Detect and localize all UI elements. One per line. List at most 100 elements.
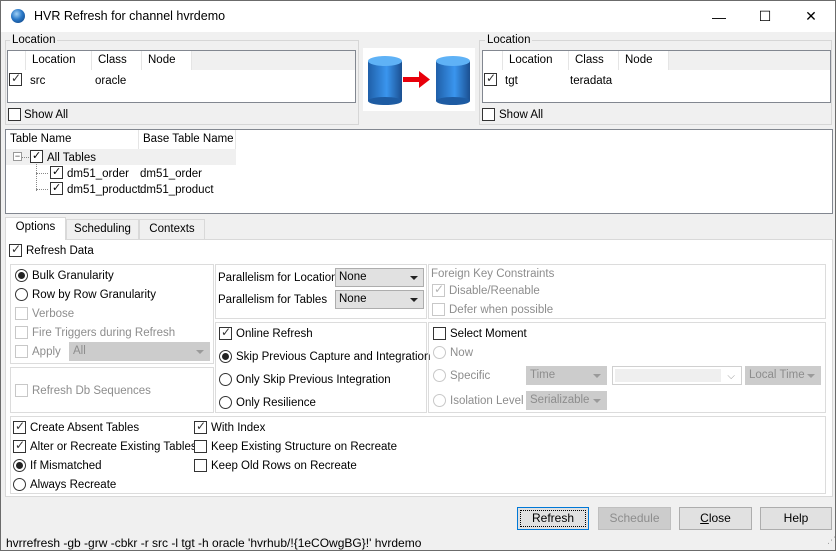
online-refresh-checkbox[interactable]: ✓ [219,325,232,340]
chevron-down-icon [593,399,601,403]
refresh-button[interactable]: Refresh [517,507,589,530]
apply-select-value: All [73,345,86,357]
select-moment-checkbox[interactable] [433,327,446,340]
only-resilience-label[interactable]: Only Resilience [236,396,316,410]
keep-structure-label[interactable]: Keep Existing Structure on Recreate [211,440,397,454]
parallelism-tables-select[interactable]: None [335,290,424,309]
now-label: Now [450,347,474,359]
column-header-location[interactable]: Location [503,51,569,70]
select-moment-panel: Select Moment Now Specific Time ⌵ Local … [428,322,826,413]
always-recreate-radio[interactable] [13,478,26,491]
column-header-table-name[interactable]: Table Name [6,130,139,149]
isolation-level-radio[interactable] [433,394,446,407]
foreign-key-title: Foreign Key Constraints [431,268,555,280]
defer-label: Defer when possible [449,304,554,316]
apply-label: Apply [32,346,61,358]
parallelism-locations-label: Parallelism for Locations [218,272,344,284]
source-show-all-label[interactable]: Show All [24,108,68,122]
keep-structure-checkbox[interactable] [194,440,207,453]
keep-old-rows-checkbox[interactable] [194,459,207,472]
table-creation-panel: ✓ Create Absent Tables ✓ Alter or Recrea… [10,416,826,494]
target-show-all-label[interactable]: Show All [499,108,543,122]
column-header-base-table-name[interactable]: Base Table Name [139,130,236,149]
resize-grip-icon[interactable]: ⋰ [823,536,836,549]
bulk-granularity-radio[interactable] [15,269,28,282]
alter-recreate-checkbox[interactable]: ✓ [13,438,26,453]
source-location-list[interactable]: Location Class Node ✓ src oracle [7,50,356,103]
help-button[interactable]: Help [760,507,832,530]
if-mismatched-radio[interactable] [13,459,26,472]
online-refresh-label[interactable]: Online Refresh [236,327,313,341]
create-absent-tables-label[interactable]: Create Absent Tables [30,421,139,435]
column-header-node[interactable]: Node [619,51,669,70]
row-by-row-granularity-radio[interactable] [15,288,28,301]
skip-capture-integration-label[interactable]: Skip Previous Capture and Integration [236,350,430,364]
target-show-all-checkbox[interactable] [482,108,495,121]
timezone-select[interactable]: Local Time [745,366,821,385]
tab-scheduling[interactable]: Scheduling [66,219,139,239]
close-button[interactable]: Close [679,507,752,530]
collapse-icon[interactable]: − [13,152,22,161]
title-bar: HVR Refresh for channel hvrdemo — ☐ ✕ [1,1,835,32]
close-window-button[interactable]: ✕ [788,1,834,32]
parallelism-locations-select[interactable]: None [335,268,424,287]
with-index-checkbox[interactable]: ✓ [194,419,207,434]
with-index-label[interactable]: With Index [211,421,265,435]
database-to-database-icon [363,48,475,111]
table-checkbox[interactable]: ✓ [50,182,63,195]
specific-type-value: Time [530,369,556,381]
defer-checkbox[interactable] [432,303,445,316]
if-mismatched-label[interactable]: If Mismatched [30,459,102,473]
base-table-name: dm51_order [140,168,203,180]
schedule-button[interactable]: Schedule [598,507,671,530]
only-resilience-radio[interactable] [219,396,232,409]
tab-options[interactable]: Options [5,217,66,240]
base-table-name: dm51_product [140,184,214,196]
apply-select[interactable]: All [69,342,210,361]
alter-recreate-label[interactable]: Alter or Recreate Existing Tables [30,440,197,454]
column-header-class[interactable]: Class [569,51,619,70]
specific-radio[interactable] [433,369,446,382]
skip-capture-integration-radio[interactable] [219,350,232,363]
specific-value-input[interactable] [615,369,721,382]
column-header-class[interactable]: Class [92,51,142,70]
refresh-db-sequences-checkbox[interactable] [15,384,28,397]
column-header-location[interactable]: Location [26,51,92,70]
apply-checkbox[interactable] [15,345,28,358]
create-absent-tables-checkbox[interactable]: ✓ [13,419,26,434]
target-location-list[interactable]: Location Class Node ✓ tgt teradata [482,50,831,103]
specific-type-select[interactable]: Time [526,366,607,385]
specific-value-combo[interactable]: ⌵ [612,366,742,385]
all-tables-checkbox[interactable]: ✓ [30,150,43,163]
chevron-down-icon [410,298,418,302]
tab-contexts[interactable]: Contexts [139,219,205,239]
keep-old-rows-label[interactable]: Keep Old Rows on Recreate [211,459,357,473]
always-recreate-label[interactable]: Always Recreate [30,478,116,492]
target-location-checkbox[interactable]: ✓ [484,71,497,86]
fire-triggers-checkbox[interactable] [15,326,28,339]
maximize-button[interactable]: ☐ [742,1,788,32]
minimize-button[interactable]: — [696,1,742,32]
only-skip-integration-label[interactable]: Only Skip Previous Integration [236,373,391,387]
isolation-level-value: Serializable [530,394,590,406]
row-by-row-granularity-label[interactable]: Row by Row Granularity [32,288,156,302]
chevron-down-icon: ⌵ [727,371,735,382]
source-show-all-checkbox[interactable] [8,108,21,121]
all-tables-label[interactable]: All Tables [47,151,96,165]
verbose-checkbox[interactable] [15,307,28,320]
tables-tree[interactable]: Table Name Base Table Name − ✓ All Table… [5,129,833,214]
now-radio[interactable] [433,346,446,359]
only-skip-integration-radio[interactable] [219,373,232,386]
source-location-group-label: Location [10,34,58,46]
refresh-data-checkbox[interactable]: ✓ [9,242,22,257]
source-location-checkbox[interactable]: ✓ [9,71,22,86]
column-header-node[interactable]: Node [142,51,192,70]
granularity-panel: Bulk Granularity Row by Row Granularity … [10,264,214,364]
refresh-data-label[interactable]: Refresh Data [26,244,94,258]
bulk-granularity-label[interactable]: Bulk Granularity [32,269,114,283]
disable-reenable-checkbox[interactable]: ✓ [432,282,445,297]
select-moment-label[interactable]: Select Moment [450,327,527,341]
table-checkbox[interactable]: ✓ [50,166,63,179]
isolation-level-select[interactable]: Serializable [526,391,607,410]
chevron-down-icon [410,276,418,280]
